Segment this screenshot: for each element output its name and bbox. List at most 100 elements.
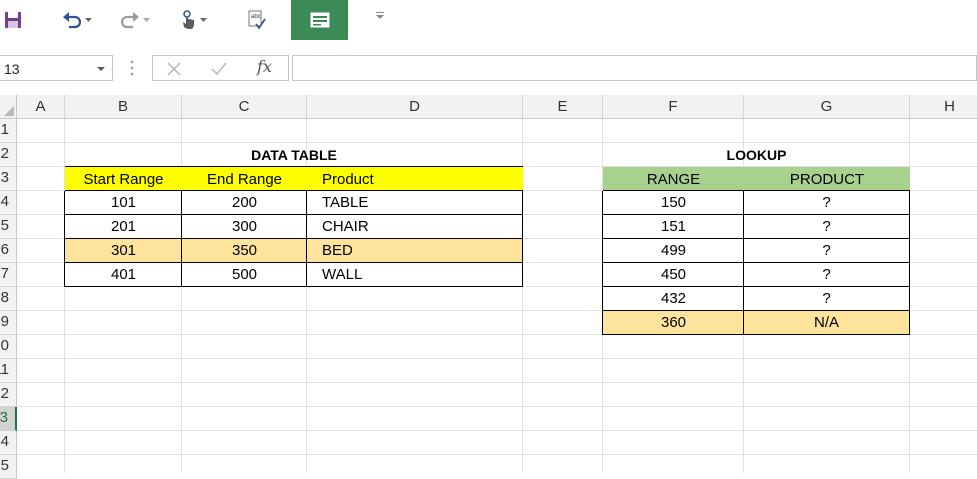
table-cell[interactable]: N/A: [743, 311, 910, 335]
table-cell[interactable]: 432: [602, 287, 744, 311]
row-header-label: 13: [0, 409, 8, 426]
table-cell[interactable]: ?: [743, 239, 910, 263]
row-header-6[interactable]: 6: [0, 239, 17, 263]
spelling-button[interactable]: abc: [248, 8, 266, 32]
drag-handle-icon[interactable]: [130, 60, 134, 76]
row-header-11[interactable]: 11: [0, 359, 17, 383]
table-cell[interactable]: 300: [181, 215, 307, 239]
quick-access-toolbar: abc: [0, 0, 977, 40]
insert-function-button[interactable]: fx: [257, 57, 272, 76]
formula-input[interactable]: [292, 55, 977, 81]
row-header-label: 7: [0, 265, 9, 282]
row-header-label: 9: [0, 313, 9, 330]
column-header-a[interactable]: A: [17, 95, 65, 119]
name-box-value: 13: [4, 61, 20, 77]
table-cell[interactable]: 401: [64, 263, 182, 287]
column-header-f[interactable]: F: [603, 95, 744, 119]
row-header-15[interactable]: 15: [0, 455, 17, 479]
table-cell[interactable]: ?: [743, 191, 910, 215]
redo-button[interactable]: [120, 8, 150, 32]
lookup-table-header[interactable]: PRODUCT: [744, 167, 910, 191]
chevron-down-icon[interactable]: [200, 17, 207, 23]
table-cell[interactable]: 499: [602, 239, 744, 263]
column-header-d[interactable]: D: [307, 95, 523, 119]
table-cell[interactable]: ?: [743, 215, 910, 239]
row-header-label: 2: [0, 145, 9, 162]
column-header-e[interactable]: E: [523, 95, 603, 119]
undo-icon: [63, 12, 82, 29]
touch-mode-icon: [183, 10, 194, 29]
row-header-9[interactable]: 9: [0, 311, 17, 335]
name-box[interactable]: 13: [0, 55, 113, 81]
column-header-g[interactable]: G: [744, 95, 910, 119]
gridline: [17, 406, 977, 407]
data-table-header[interactable]: Product: [307, 167, 523, 191]
chevron-down-icon[interactable]: [143, 17, 150, 23]
data-table-header[interactable]: Start Range: [65, 167, 182, 191]
gridline: [17, 454, 977, 455]
table-cell[interactable]: 500: [181, 263, 307, 287]
table-cell[interactable]: 350: [181, 239, 307, 263]
table-cell[interactable]: 150: [602, 191, 744, 215]
select-all-button[interactable]: [0, 95, 17, 119]
table-cell[interactable]: WALL: [306, 263, 523, 287]
table-cell[interactable]: 101: [64, 191, 182, 215]
undo-button[interactable]: [62, 8, 92, 32]
row-header-label: 8: [0, 289, 9, 306]
gridline: [17, 430, 977, 431]
table-cell[interactable]: BED: [306, 239, 523, 263]
table-cell[interactable]: 200: [181, 191, 307, 215]
table-cell[interactable]: ?: [743, 287, 910, 311]
form-button[interactable]: [291, 0, 348, 40]
row-header-1[interactable]: 1: [0, 119, 17, 143]
row-header-label: 11: [0, 361, 9, 378]
chevron-down-icon[interactable]: [85, 17, 92, 23]
select-all-icon: [4, 106, 14, 116]
data-table-header[interactable]: End Range: [182, 167, 307, 191]
column-header-b[interactable]: B: [65, 95, 182, 119]
row-header-label: 3: [0, 169, 9, 186]
column-header-c[interactable]: C: [182, 95, 307, 119]
enter-icon[interactable]: [211, 62, 227, 76]
formula-bar: 13 fx: [0, 52, 977, 84]
row-header-label: 1: [0, 121, 9, 138]
row-header-3[interactable]: 3: [0, 167, 17, 191]
formula-buttons: fx: [152, 55, 289, 81]
row-header-label: 6: [0, 241, 9, 258]
svg-text:abc: abc: [251, 14, 261, 20]
row-header-12[interactable]: 12: [0, 383, 17, 407]
table-cell[interactable]: ?: [743, 263, 910, 287]
row-header-label: 10: [0, 337, 9, 354]
row-header-label: 12: [0, 385, 9, 402]
row-header-8[interactable]: 8: [0, 287, 17, 311]
chevron-down-icon[interactable]: [97, 67, 105, 72]
touch-mode-button[interactable]: [181, 8, 207, 32]
row-header-7[interactable]: 7: [0, 263, 17, 287]
table-cell[interactable]: TABLE: [306, 191, 523, 215]
lookup-table-header[interactable]: RANGE: [603, 167, 744, 191]
row-header-label: 5: [0, 217, 9, 234]
save-button[interactable]: [4, 8, 22, 32]
row-header-label: 14: [0, 433, 9, 450]
gridline: [17, 358, 977, 359]
row-header-4[interactable]: 4: [0, 191, 17, 215]
row-header-label: 4: [0, 193, 9, 210]
table-cell[interactable]: CHAIR: [306, 215, 523, 239]
row-header-10[interactable]: 10: [0, 335, 17, 359]
save-icon: [5, 12, 21, 28]
column-header-h[interactable]: H: [910, 95, 977, 119]
row-header-14[interactable]: 14: [0, 431, 17, 455]
redo-icon: [120, 12, 139, 29]
table-cell[interactable]: 301: [64, 239, 182, 263]
cancel-icon[interactable]: [167, 62, 181, 76]
table-cell[interactable]: 201: [64, 215, 182, 239]
table-cell[interactable]: 151: [602, 215, 744, 239]
row-header-13[interactable]: 13: [0, 407, 17, 431]
row-header-5[interactable]: 5: [0, 215, 17, 239]
table-cell[interactable]: 360: [602, 311, 744, 335]
customize-toolbar-icon[interactable]: [376, 12, 384, 20]
form-icon: [310, 12, 329, 28]
row-header-2[interactable]: 2: [0, 143, 17, 167]
table-cell[interactable]: 450: [602, 263, 744, 287]
spelling-icon: abc: [248, 10, 266, 30]
